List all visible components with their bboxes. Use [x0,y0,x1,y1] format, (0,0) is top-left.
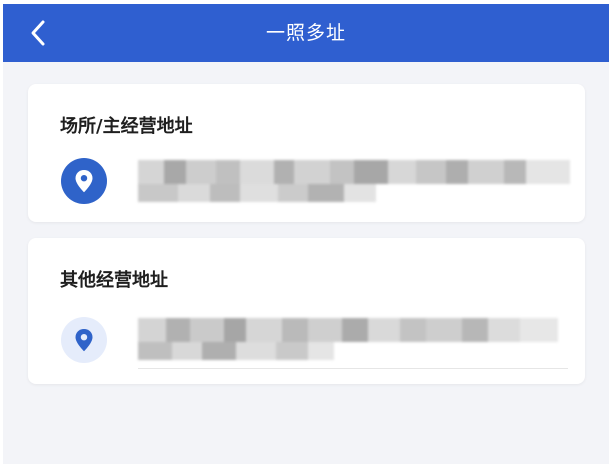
main-address-text [138,160,570,202]
redacted-address-line [138,160,570,184]
address-divider [138,368,568,369]
other-address-title: 其他经营地址 [60,270,168,291]
location-pin-icon [61,317,107,363]
redacted-address-line [138,184,570,202]
redacted-address-line [138,318,558,342]
screen: 一照多址 场所/主经营地址 其他经营地址 [3,4,609,464]
location-pin-icon [61,158,107,204]
page-title: 一照多址 [265,22,346,44]
other-address-card[interactable]: 其他经营地址 [28,238,585,384]
other-address-text [138,318,558,360]
main-address-title: 场所/主经营地址 [60,116,193,137]
top-nav-bar: 一照多址 [3,4,609,62]
main-address-card[interactable]: 场所/主经营地址 [28,84,585,222]
redacted-address-line [138,342,558,360]
